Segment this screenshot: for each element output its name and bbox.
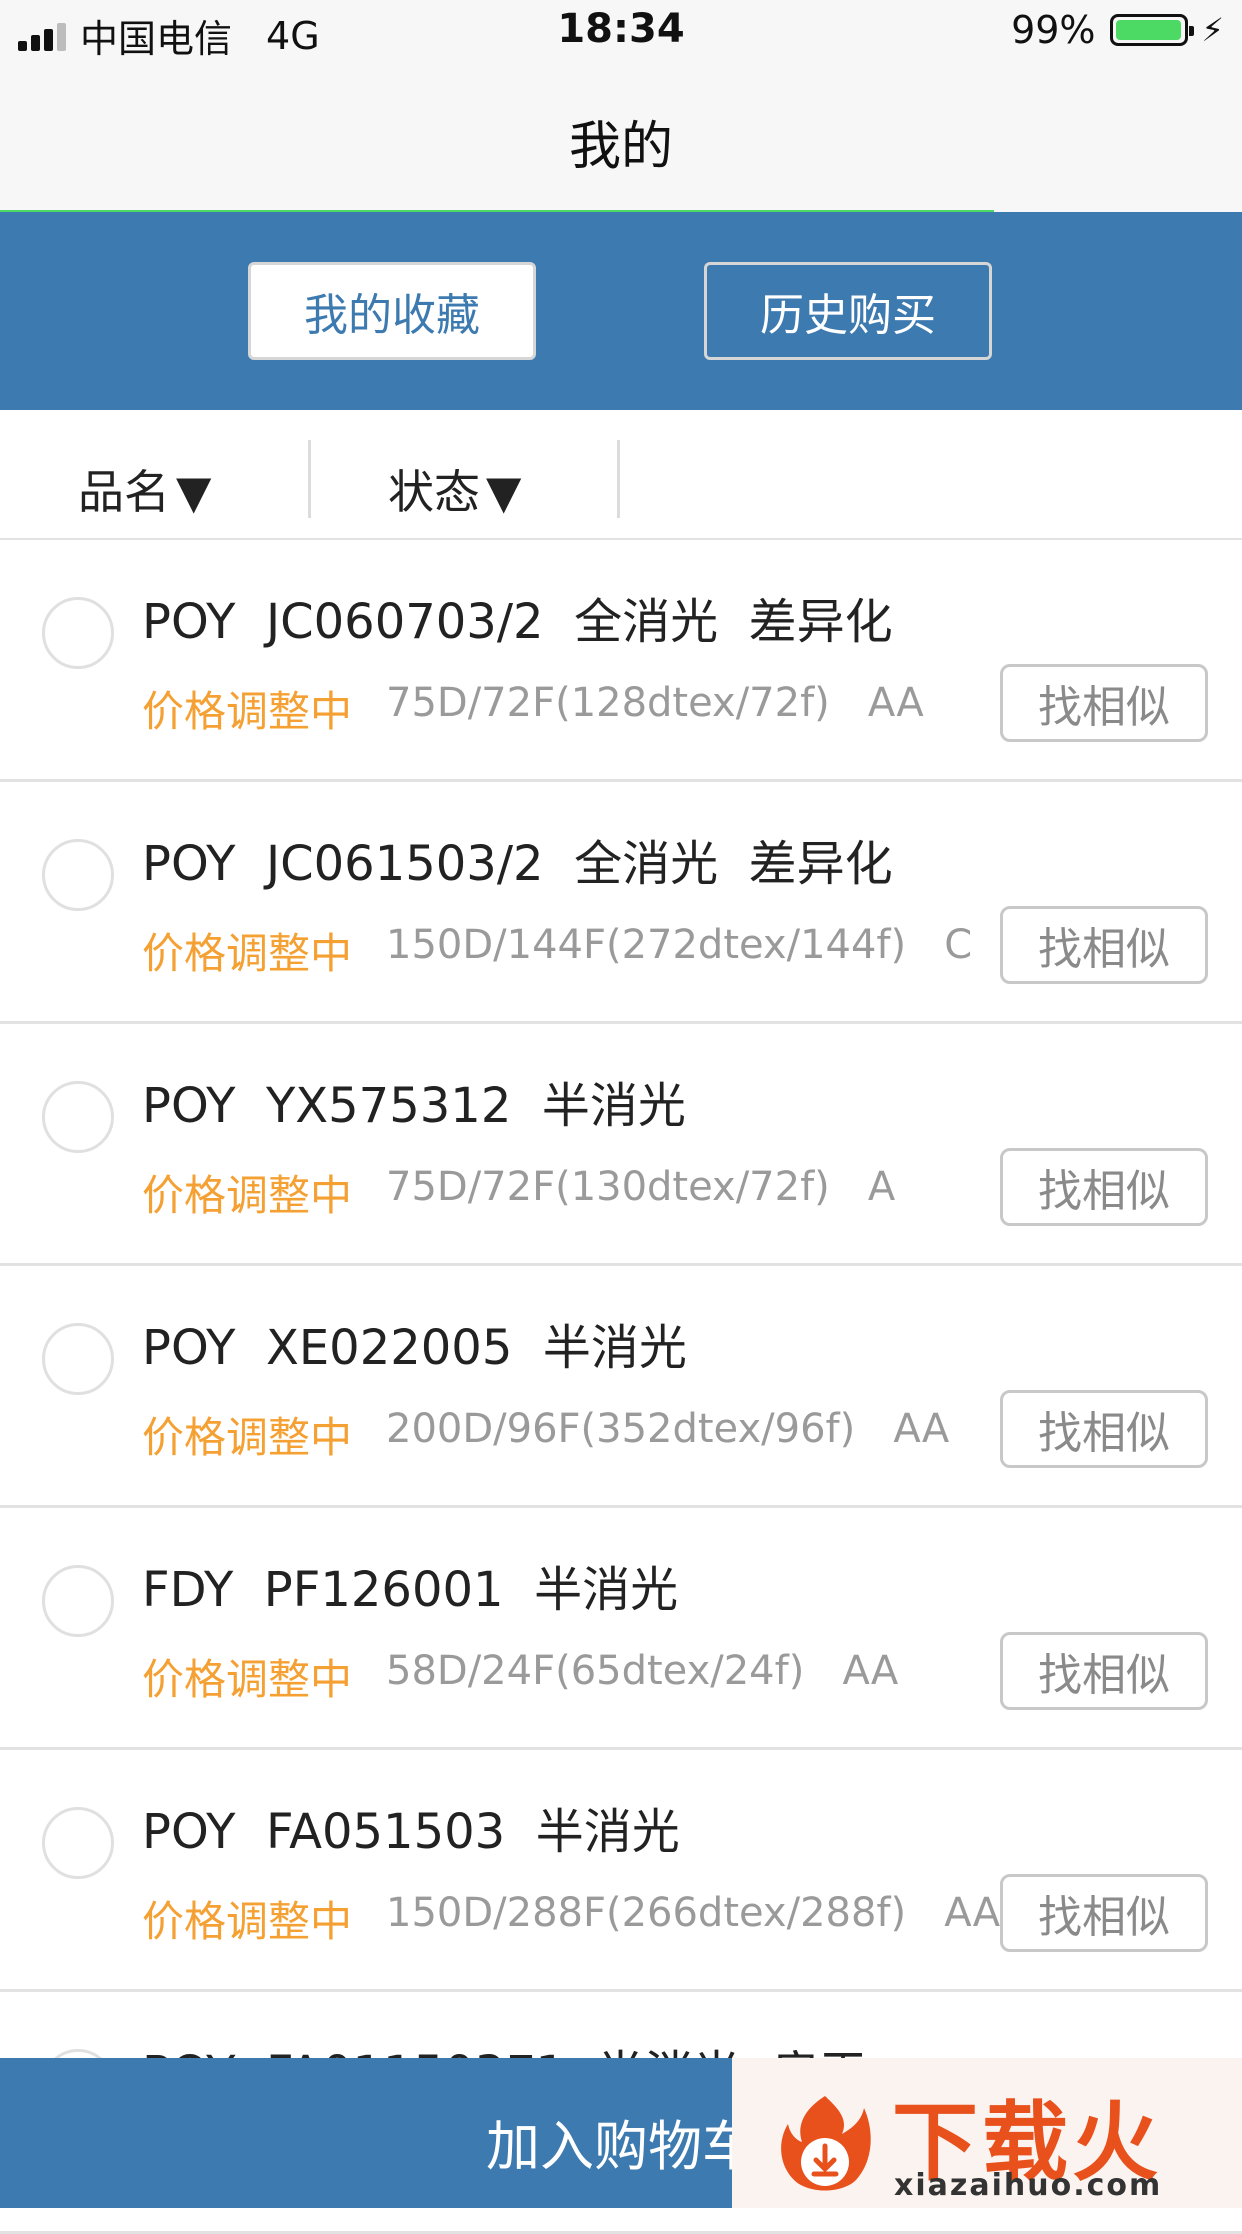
page-title: 我的 bbox=[568, 117, 673, 177]
tab-favorites[interactable]: 我的收藏 bbox=[248, 262, 536, 360]
select-radio[interactable] bbox=[42, 1081, 114, 1153]
product-spec: 58D/24F(65dtex/24f) AA bbox=[386, 1648, 899, 1694]
status-bar: 中国电信 4G 18:34 99% ⚡ bbox=[0, 0, 1242, 64]
dropdown-arrow-icon: ▼ bbox=[486, 465, 522, 519]
tab-purchase-history[interactable]: 历史购买 bbox=[704, 262, 992, 360]
select-radio[interactable] bbox=[42, 597, 114, 669]
watermark-domain: xiazaihuo.com bbox=[894, 2168, 1163, 2203]
find-similar-button[interactable]: 找相似 bbox=[1000, 906, 1208, 984]
list-item[interactable]: FDY PF126001 半消光 价格调整中 58D/24F(65dtex/24… bbox=[0, 1508, 1242, 1750]
find-similar-button[interactable]: 找相似 bbox=[1000, 1148, 1208, 1226]
nav-bar: 我的 bbox=[0, 64, 1242, 212]
product-title: POY JC061503/2 全消光 差异化 bbox=[142, 836, 893, 892]
battery-icon bbox=[1109, 14, 1194, 46]
filter-status[interactable]: 状态 ▼ bbox=[388, 456, 521, 522]
battery-cap bbox=[1188, 26, 1194, 36]
watermark: 下载火 xiazaihuo.com bbox=[732, 2058, 1242, 2208]
charging-icon: ⚡ bbox=[1201, 11, 1224, 49]
list-item[interactable]: POY JC061503/2 全消光 差异化 价格调整中 150D/144F(2… bbox=[0, 782, 1242, 1024]
price-status: 价格调整中 bbox=[142, 929, 353, 978]
price-status: 价格调整中 bbox=[142, 1655, 353, 1704]
filter-status-label: 状态 bbox=[388, 465, 480, 519]
product-spec: 150D/288F(266dtex/288f) AA bbox=[386, 1890, 1001, 1936]
watermark-logo-icon bbox=[781, 2096, 871, 2191]
list-item[interactable]: POY JC060703/2 全消光 差异化 价格调整中 75D/72F(128… bbox=[0, 540, 1242, 782]
select-radio[interactable] bbox=[42, 1323, 114, 1395]
product-title: POY FA051503 半消光 bbox=[142, 1804, 680, 1860]
product-title: POY XE022005 半消光 bbox=[142, 1320, 687, 1376]
price-status: 价格调整中 bbox=[142, 1897, 353, 1946]
battery-fill bbox=[1115, 20, 1181, 40]
product-title: POY YX575312 半消光 bbox=[142, 1078, 686, 1134]
price-status: 价格调整中 bbox=[142, 1413, 353, 1462]
find-similar-button[interactable]: 找相似 bbox=[1000, 1390, 1208, 1468]
list-item[interactable]: POY XE022005 半消光 价格调整中 200D/96F(352dtex/… bbox=[0, 1266, 1242, 1508]
find-similar-button[interactable]: 找相似 bbox=[1000, 1632, 1208, 1710]
filter-divider bbox=[617, 440, 620, 518]
find-similar-button[interactable]: 找相似 bbox=[1000, 664, 1208, 742]
select-radio[interactable] bbox=[42, 1565, 114, 1637]
product-spec: 75D/72F(128dtex/72f) AA bbox=[386, 680, 924, 726]
tab-header: 我的收藏 历史购买 bbox=[0, 212, 1242, 410]
product-title: POY JC060703/2 全消光 差异化 bbox=[142, 594, 893, 650]
product-spec: 200D/96F(352dtex/96f) AA bbox=[386, 1406, 950, 1452]
list-item[interactable]: POY YX575312 半消光 价格调整中 75D/72F(130dtex/7… bbox=[0, 1024, 1242, 1266]
filter-product-name[interactable]: 品名 ▼ bbox=[78, 456, 211, 522]
filter-product-name-label: 品名 bbox=[78, 465, 170, 519]
select-radio[interactable] bbox=[42, 1807, 114, 1879]
select-radio[interactable] bbox=[42, 839, 114, 911]
filter-bar: 品名 ▼ 状态 ▼ bbox=[0, 410, 1242, 541]
dropdown-arrow-icon: ▼ bbox=[176, 465, 212, 519]
price-status: 价格调整中 bbox=[142, 1171, 353, 1220]
filter-divider bbox=[308, 440, 311, 518]
price-status: 价格调整中 bbox=[142, 687, 353, 736]
product-spec: 150D/144F(272dtex/144f) C bbox=[386, 922, 973, 968]
battery-percent: 99% bbox=[1011, 8, 1096, 52]
product-list: POY JC060703/2 全消光 差异化 价格调整中 75D/72F(128… bbox=[0, 540, 1242, 2234]
list-item[interactable]: POY FA051503 半消光 价格调整中 150D/288F(266dtex… bbox=[0, 1750, 1242, 1992]
product-title: FDY PF126001 半消光 bbox=[142, 1562, 679, 1618]
status-right: 99% ⚡ bbox=[1011, 8, 1224, 52]
find-similar-button[interactable]: 找相似 bbox=[1000, 1874, 1208, 1952]
product-spec: 75D/72F(130dtex/72f) A bbox=[386, 1164, 896, 1210]
